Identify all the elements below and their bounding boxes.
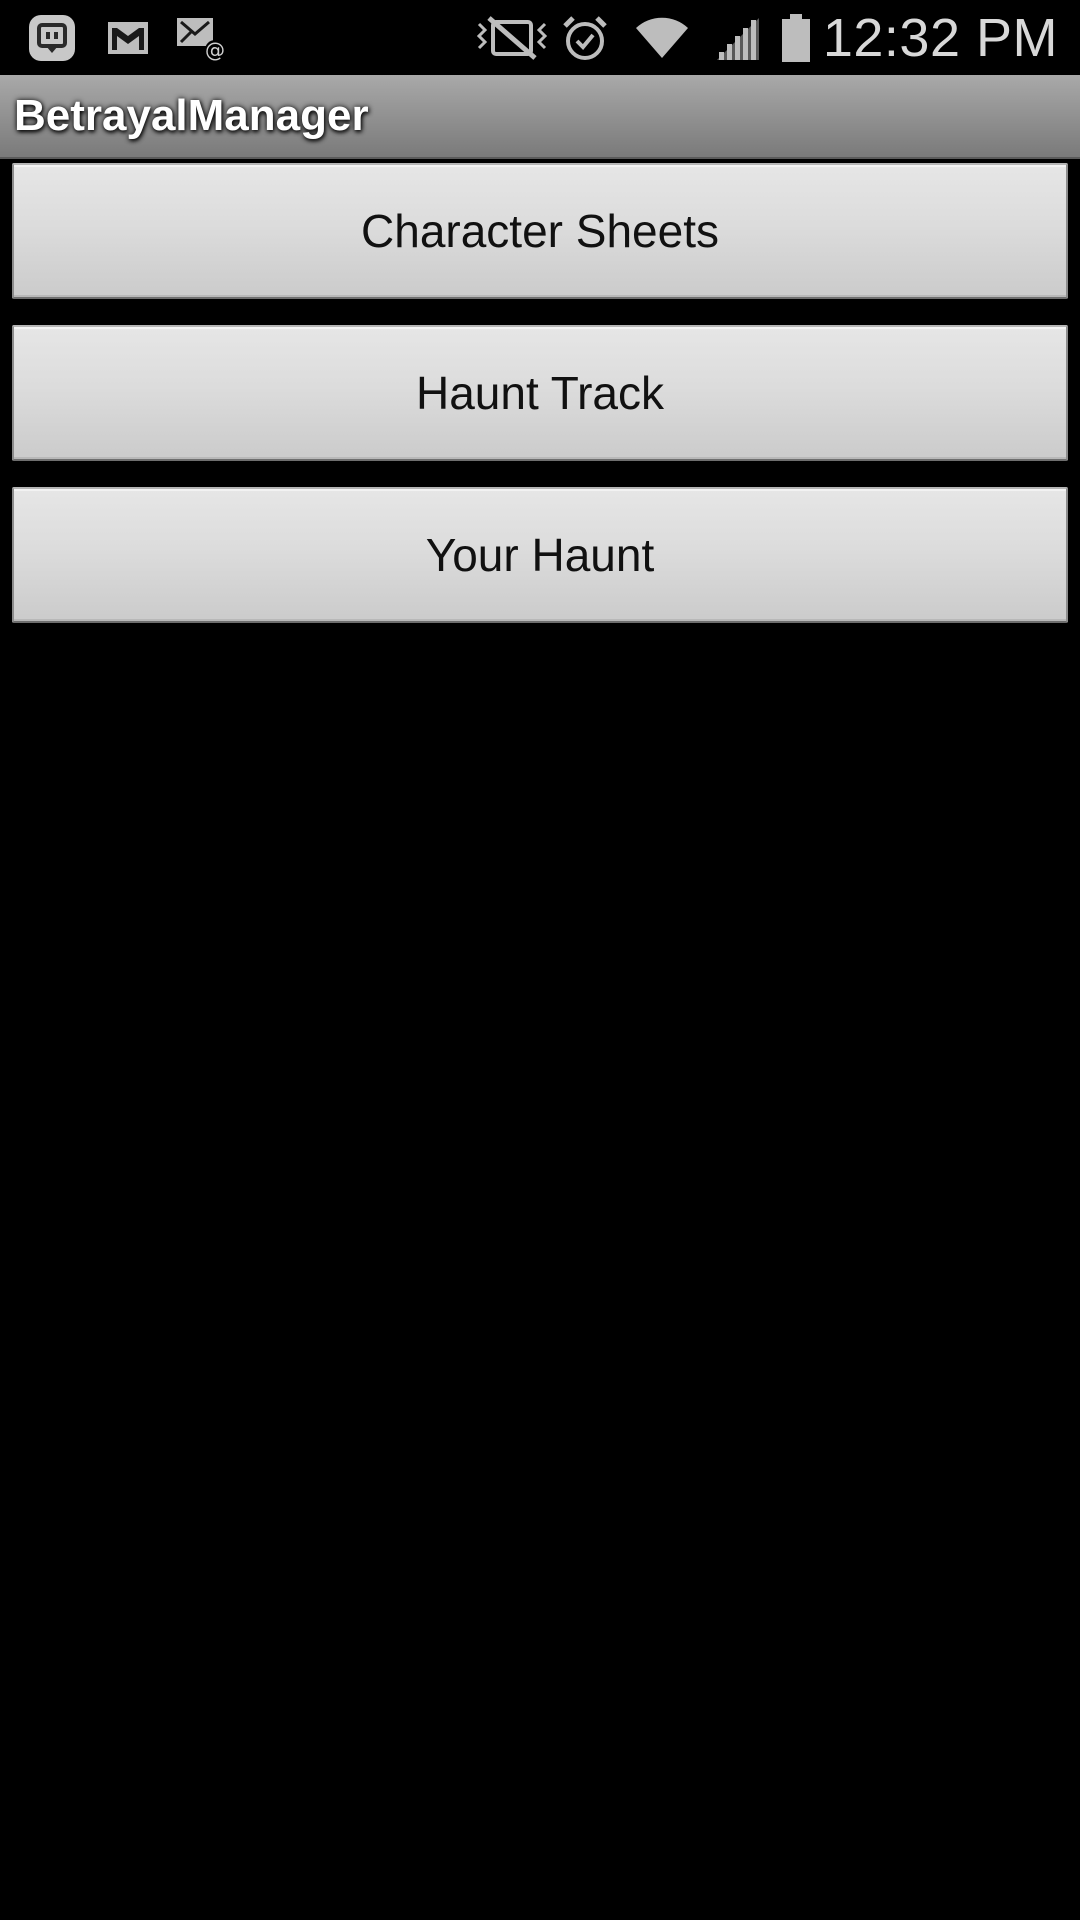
- character-sheets-button[interactable]: Character Sheets: [12, 163, 1068, 299]
- cell-signal-icon: [712, 10, 762, 66]
- main-menu: Character Sheets Haunt Track Your Haunt: [12, 163, 1068, 649]
- gmail-icon: [100, 10, 156, 66]
- app-title: BetrayalManager: [14, 91, 369, 140]
- status-bar: @ 12:32 PM: [0, 0, 1080, 75]
- email-icon: @: [172, 10, 230, 66]
- vibrate-icon: [474, 10, 550, 66]
- chat-notification-icon: [22, 10, 82, 66]
- alarm-icon: [560, 10, 610, 66]
- action-bar: BetrayalManager: [0, 75, 1080, 159]
- status-clock: 12:32 PM: [822, 8, 1058, 68]
- svg-text:@: @: [205, 38, 225, 62]
- battery-icon: [778, 10, 814, 66]
- wifi-icon: [632, 10, 692, 66]
- your-haunt-button[interactable]: Your Haunt: [12, 487, 1068, 623]
- haunt-track-button[interactable]: Haunt Track: [12, 325, 1068, 461]
